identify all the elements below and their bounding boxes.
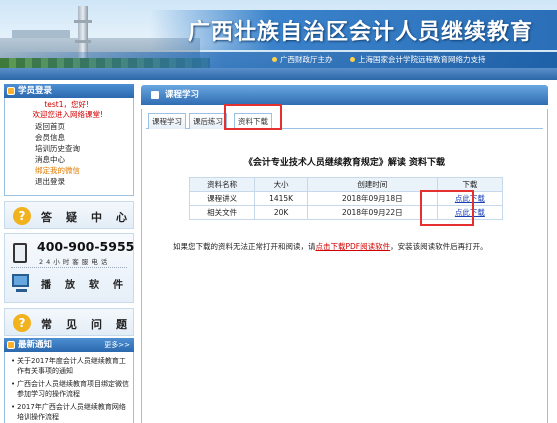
file-name: 课程讲义 [188, 191, 256, 206]
login-panel-title: 学员登录 [18, 86, 53, 96]
welcome-message: 欢迎您进入网络课堂! [32, 110, 103, 119]
download-help-note: 如果您下载的资料无法正常打开和阅读，请点击下载PDF阅读软件，安装该阅读软件后再… [173, 241, 545, 252]
file-date: 2018年09月18日 [306, 191, 438, 206]
sponsor-text: 广西财政厅主办 [280, 55, 333, 64]
note-suffix: ，安装该阅读软件后再打开。 [390, 242, 488, 251]
highlight-box-downloads-tab [224, 104, 282, 130]
course-panel-header: 课程学习 [141, 85, 548, 105]
site-title: 广西壮族自治区会计人员继续教育 [187, 19, 533, 45]
player-software-link[interactable]: 播放软件 [41, 276, 137, 291]
phone-icon [13, 243, 27, 263]
hotline-number: 400-900-5955 [37, 239, 135, 254]
tab-course-study[interactable]: 课程学习 [148, 113, 186, 129]
menu-item-training-history[interactable]: 培训历史查询 [35, 143, 133, 154]
file-name: 相关文件 [188, 205, 256, 220]
login-panel: test1，您好! 欢迎您进入网络课堂! 返回首页 会员信息 培训历史查询 消息… [4, 98, 134, 196]
support-text: 上海国家会计学院远程教育网络力支持 [358, 55, 486, 64]
question-icon: ? [13, 314, 31, 332]
faq-center-label: 答疑中心 [41, 211, 141, 224]
hotline-note: 24小时客服电话 [39, 258, 111, 266]
column-header: 大小 [254, 177, 308, 192]
tab-exercises[interactable]: 课后练习 [189, 113, 227, 129]
tab-bar: 课程学习 课后练习 资料下载 [146, 109, 543, 130]
common-questions-label: 常见问题 [41, 318, 141, 331]
file-size: 1415K [254, 191, 308, 206]
common-questions-button[interactable]: ? 常见问题 [4, 308, 134, 336]
news-item[interactable]: 2017年广西会计人员继续教育网络培训操作流程 [11, 402, 131, 422]
news-panel-title: 最新通知 [18, 340, 53, 350]
column-header: 创建时间 [306, 177, 438, 192]
menu-item-home[interactable]: 返回首页 [35, 121, 133, 132]
bullet-icon [350, 57, 355, 62]
news-more-link[interactable]: 更多>> [104, 338, 130, 352]
news-list: 关于2017年度会计人员继续教育工作有关事项的通知 广西会计人员继续教育项目绑定… [4, 352, 134, 423]
course-panel-body: 课程学习 课后练习 资料下载 《会计专业技术人员继续教育规定》解读 资料下载 资… [141, 109, 548, 423]
book-icon [151, 91, 159, 99]
sidebar: 学员登录 test1，您好! 欢迎您进入网络课堂! 返回首页 会员信息 培训历史… [4, 84, 134, 423]
question-icon: ? [13, 207, 31, 225]
document-title: 《会计专业技术人员继续教育规定》解读 资料下载 [243, 158, 446, 168]
site-header: 广西壮族自治区会计人员继续教育 广西财政厅主办 上海国家会计学院远程教育网络力支… [0, 0, 557, 80]
column-header: 资料名称 [188, 177, 256, 192]
divider [11, 267, 127, 268]
hotline-panel: 400-900-5955 24小时客服电话 播放软件 [4, 233, 134, 303]
login-panel-header: 学员登录 [4, 84, 134, 98]
user-menu: 返回首页 会员信息 培训历史查询 消息中心 绑定我的微信 退出登录 [5, 121, 133, 187]
user-icon [7, 87, 15, 95]
file-date: 2018年09月22日 [306, 205, 438, 220]
news-item[interactable]: 关于2017年度会计人员继续教育工作有关事项的通知 [11, 356, 131, 376]
menu-item-logout[interactable]: 退出登录 [35, 176, 133, 187]
course-panel: 课程学习 课程学习 课后练习 资料下载 《会计专业技术人员继续教育规定》解读 资… [141, 85, 548, 423]
menu-item-messages[interactable]: 消息中心 [35, 154, 133, 165]
news-panel-header: 最新通知 更多>> [4, 338, 134, 352]
menu-item-bind-wechat[interactable]: 绑定我的微信 [35, 165, 133, 176]
highlight-box-download-links [420, 190, 474, 226]
bullet-icon [272, 57, 277, 62]
pdf-reader-download-link[interactable]: 点击下载PDF阅读软件 [316, 242, 391, 251]
menu-item-member-info[interactable]: 会员信息 [35, 132, 133, 143]
header-strip [0, 68, 557, 80]
course-panel-title: 课程学习 [165, 90, 200, 100]
news-icon [7, 341, 15, 349]
news-item[interactable]: 广西会计人员继续教育项目绑定微信参加学习的操作流程 [11, 379, 131, 399]
file-size: 20K [254, 205, 308, 220]
computer-icon [12, 274, 29, 292]
user-greeting: test1，您好! [44, 100, 89, 109]
news-panel: 最新通知 更多>> 关于2017年度会计人员继续教育工作有关事项的通知 广西会计… [4, 338, 134, 423]
note-prefix: 如果您下载的资料无法正常打开和阅读，请 [173, 242, 316, 251]
faq-center-button[interactable]: ? 答疑中心 [4, 201, 134, 229]
